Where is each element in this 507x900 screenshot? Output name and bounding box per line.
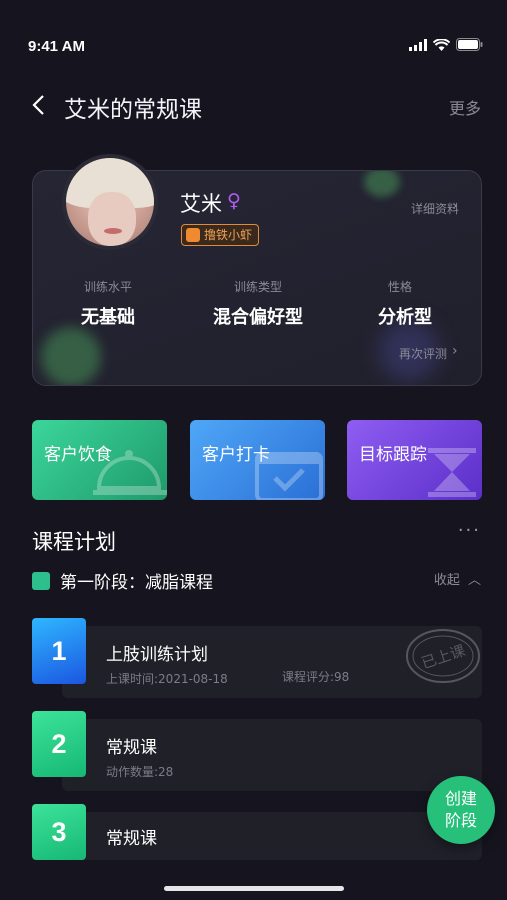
calendar-check-icon (255, 452, 323, 500)
course-score: 课程评分:98 (282, 670, 350, 684)
collapse-button[interactable]: 收起 ︿ (434, 569, 481, 588)
course-action-count: 动作数量:28 (106, 765, 174, 779)
status-bar: 9:41 AM (0, 0, 507, 60)
completed-stamp-icon: 已上课 (406, 629, 480, 683)
level-badge-label: 撸铁小虾 (204, 228, 253, 242)
course-number: 3 (32, 804, 86, 860)
back-chevron-icon[interactable] (28, 93, 52, 117)
signal-icon (409, 38, 427, 51)
female-icon: ♀ (227, 190, 241, 212)
stage-title: 第一阶段：减脂课程 (60, 573, 213, 593)
checkin-card[interactable]: 客户打卡 (190, 420, 325, 500)
stat-label-type: 训练类型 (233, 280, 282, 294)
stat-value-personality: 分析型 (378, 307, 432, 328)
battery-icon (456, 38, 483, 51)
chevron-right-icon: › (452, 343, 458, 359)
client-name: 艾米 (180, 192, 222, 216)
section-title: 课程计划 (32, 530, 116, 554)
course-title: 常规课 (106, 829, 157, 849)
create-stage-button[interactable]: 创建 阶段 (427, 776, 495, 844)
goal-card[interactable]: 目标跟踪 (347, 420, 482, 500)
status-icons (409, 38, 483, 51)
goal-card-label: 目标跟踪 (359, 445, 427, 465)
nav-bar: 艾米的常规课 更多 (0, 85, 507, 125)
stamp-label: 已上课 (419, 641, 467, 672)
level-badge: 撸铁小虾 (181, 224, 260, 246)
course-time: 上课时间:2021-08-18 (106, 672, 228, 686)
status-time: 9:41 AM (28, 38, 85, 55)
course-title: 常规课 (106, 738, 157, 758)
stat-value-type: 混合偏好型 (213, 307, 303, 328)
wifi-icon (433, 38, 450, 51)
cloche-icon (93, 450, 167, 495)
course-number: 2 (32, 711, 86, 777)
stat-label-level: 训练水平 (83, 280, 132, 294)
more-dots-icon[interactable]: ··· (458, 520, 481, 541)
badge-icon (186, 228, 200, 242)
chevron-up-icon: ︿ (467, 573, 481, 588)
collapse-label: 收起 (433, 573, 460, 588)
chevron-right-icon: › (452, 198, 458, 214)
avatar[interactable] (62, 154, 158, 250)
decor-blob (364, 171, 400, 197)
stat-value-level: 无基础 (81, 307, 135, 328)
page-title: 艾米的常规课 (64, 97, 202, 123)
diet-card[interactable]: 客户饮食 (32, 420, 167, 500)
decor-blob (41, 327, 101, 385)
course-number: 1 (32, 618, 86, 684)
create-stage-label-2: 阶段 (444, 811, 477, 830)
stat-label-personality: 性格 (387, 280, 412, 294)
course-title: 上肢训练计划 (106, 645, 208, 665)
hourglass-icon (428, 448, 476, 497)
create-stage-label-1: 创建 (444, 789, 477, 808)
retest-link[interactable]: 再次评测 (399, 345, 447, 362)
stage-icon (32, 572, 50, 590)
more-button[interactable]: 更多 (449, 95, 481, 119)
home-indicator (164, 886, 344, 891)
